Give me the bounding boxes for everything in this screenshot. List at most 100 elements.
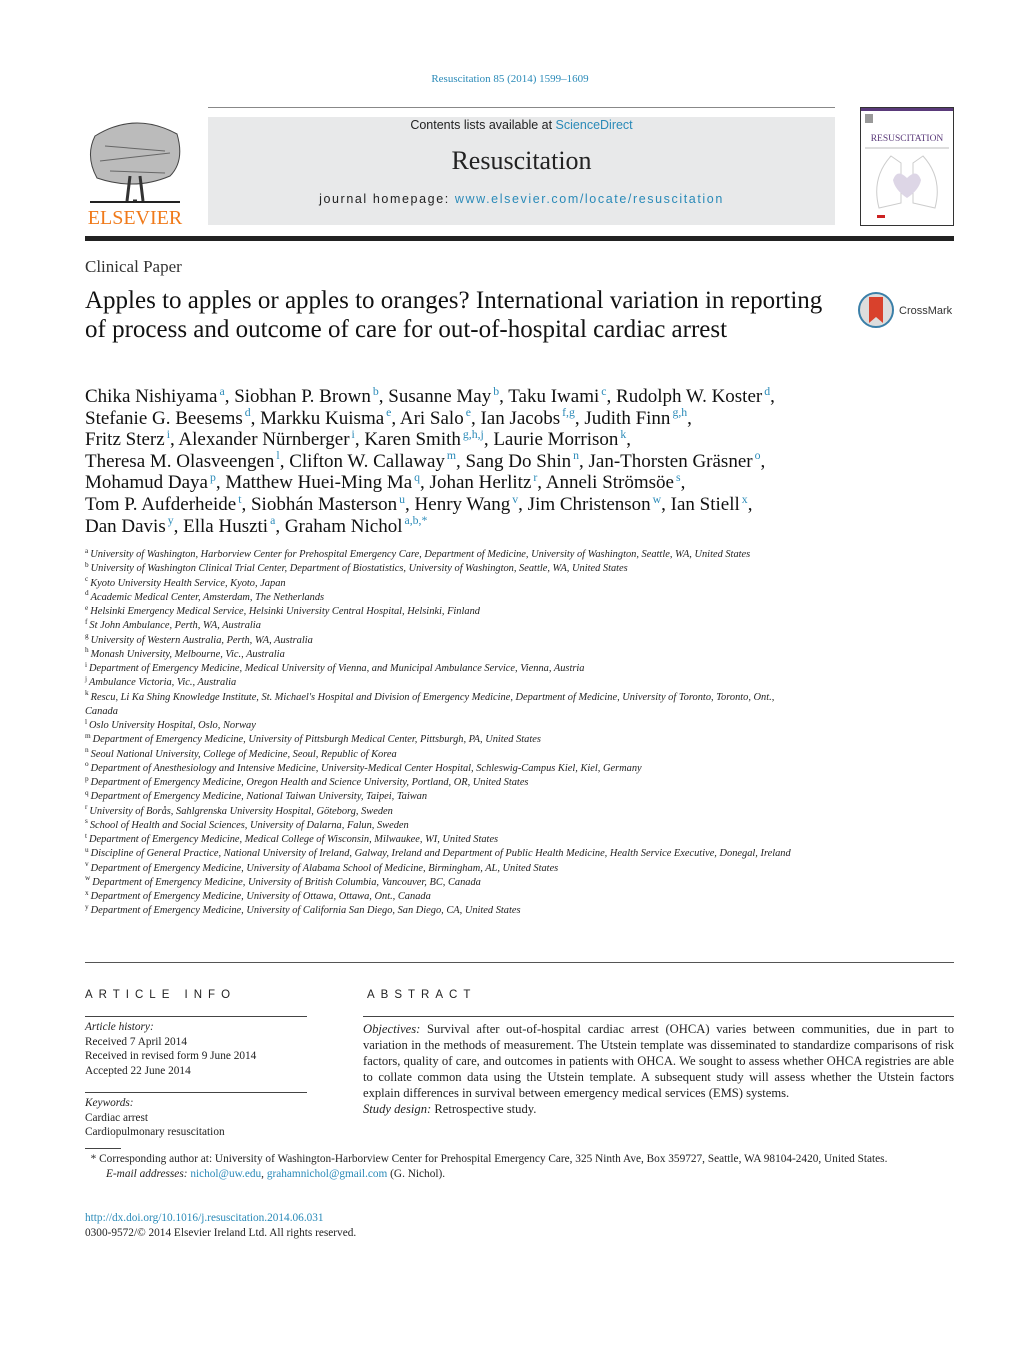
elsevier-tree-icon: ELSEVIER	[88, 122, 183, 229]
author-name[interactable]: Johan Herlitz	[430, 472, 532, 493]
journal-title: Resuscitation	[451, 146, 592, 175]
author-affiliation-marker[interactable]: s	[676, 471, 681, 484]
affiliation: m Department of Emergency Medicine, Unive…	[85, 732, 805, 747]
article-history: Article history: Received 7 April 2014 R…	[85, 1020, 256, 1078]
author-affiliation-marker[interactable]: g,h,j	[463, 428, 484, 441]
affiliation: i Department of Emergency Medicine, Medic…	[85, 661, 805, 676]
author-name[interactable]: Susanne May	[388, 386, 491, 407]
author-name[interactable]: Theresa M. Olasveengen	[85, 451, 274, 472]
citation-link[interactable]: Resuscitation 85 (2014) 1599–1609	[431, 73, 588, 85]
author-name[interactable]: Jan-Thorsten Gräsner	[589, 451, 753, 472]
email-link[interactable]: grahamnichol@gmail.com	[267, 1168, 388, 1180]
affiliation-letter: c	[85, 575, 89, 584]
author-name[interactable]: Mohamud Daya	[85, 472, 208, 493]
author-affiliation-marker[interactable]: l	[276, 449, 279, 462]
author-name[interactable]: Chika Nishiyama	[85, 386, 217, 407]
author-affiliation-marker[interactable]: b	[493, 385, 499, 398]
author-affiliation-marker[interactable]: i	[352, 428, 355, 441]
author-name[interactable]: Ari Salo	[400, 408, 464, 429]
design-text: Retrospective study.	[431, 1102, 537, 1116]
author-name[interactable]: Ian Stiell	[671, 494, 740, 515]
author-name[interactable]: Rudolph W. Koster	[616, 386, 762, 407]
divider	[85, 1092, 307, 1093]
elsevier-logo: ELSEVIER	[85, 116, 185, 229]
affiliation-letter: b	[85, 560, 89, 569]
abstract-body: Objectives: Survival after out-of-hospit…	[363, 1021, 954, 1117]
keyword: Cardiopulmonary resuscitation	[85, 1126, 225, 1138]
author-name[interactable]: Anneli Strömsöe	[546, 472, 674, 493]
author-name[interactable]: Taku Iwami	[508, 386, 599, 407]
author-name[interactable]: Fritz Sterz	[85, 429, 165, 450]
email-link[interactable]: nichol@uw.edu	[190, 1168, 261, 1180]
journal-citation[interactable]: Resuscitation 85 (2014) 1599–1609	[0, 73, 1020, 85]
affiliation-text: Discipline of General Practice, National…	[90, 848, 791, 860]
author-affiliation-marker[interactable]: x	[742, 493, 748, 506]
author-name[interactable]: Siobhán Masterson	[251, 494, 397, 515]
author-name[interactable]: Dan Davis	[85, 516, 166, 537]
affiliation-text: Department of Emergency Medicine, Univer…	[92, 734, 541, 746]
author-name[interactable]: Stefanie G. Beesems	[85, 408, 243, 429]
svg-text:CrossMark: CrossMark	[899, 305, 953, 317]
author-affiliation-marker[interactable]: d	[764, 385, 770, 398]
author-name[interactable]: Karen Smith	[364, 429, 461, 450]
affiliation: t Department of Emergency Medicine, Medic…	[85, 832, 805, 847]
sciencedirect-link[interactable]: ScienceDirect	[556, 118, 633, 132]
author-affiliation-marker[interactable]: d	[245, 406, 251, 419]
author-affiliation-marker[interactable]: w	[653, 493, 662, 506]
corresponding-author-footnote: * Corresponding author at: University of…	[90, 1153, 888, 1180]
author-name[interactable]: Ian Jacobs	[480, 408, 560, 429]
affiliation-letter: x	[85, 888, 89, 897]
author-affiliation-marker[interactable]: k	[620, 428, 626, 441]
author-name[interactable]: Graham Nichol	[285, 516, 403, 537]
author-name[interactable]: Alexander Nürnberger	[178, 429, 349, 450]
author-affiliation-marker[interactable]: n	[573, 449, 579, 462]
author-name[interactable]: Matthew Huei-Ming Ma	[225, 472, 412, 493]
author-affiliation-marker[interactable]: c	[601, 385, 606, 398]
author-affiliation-marker[interactable]: f,g	[562, 406, 575, 419]
affiliation: n Seoul National University, College of M…	[85, 746, 805, 762]
doi-link[interactable]: http://dx.doi.org/10.1016/j.resuscitatio…	[85, 1212, 324, 1224]
author-affiliation-marker[interactable]: g,h	[672, 406, 687, 419]
author-name[interactable]: Judith Finn	[584, 408, 670, 429]
author-affiliation-marker[interactable]: y	[168, 514, 174, 527]
author-name[interactable]: Siobhan P. Brown	[234, 386, 371, 407]
author-name[interactable]: Laurie Morrison	[493, 429, 618, 450]
affiliation: c Kyoto University Health Service, Kyoto,…	[85, 575, 805, 591]
author-name[interactable]: Markku Kuisma	[260, 408, 384, 429]
homepage-link[interactable]: www.elsevier.com/locate/resuscitation	[455, 192, 724, 206]
crossmark-button[interactable]: CrossMark	[858, 291, 958, 329]
abstract-heading: ABSTRACT	[367, 989, 477, 1001]
affiliation-letter: d	[85, 589, 89, 598]
affiliation-letter: h	[85, 646, 89, 655]
affiliation-letter: j	[85, 674, 88, 683]
author-affiliation-marker[interactable]: e	[466, 406, 471, 419]
affiliation-text: Helsinki Emergency Medical Service, Hels…	[90, 606, 480, 617]
author-affiliation-marker[interactable]: r	[533, 471, 537, 484]
author-affiliation-marker[interactable]: a,b,*	[404, 514, 427, 527]
author-name[interactable]: Sang Do Shin	[466, 451, 572, 472]
author-affiliation-marker[interactable]: a	[219, 385, 224, 398]
author-affiliation-marker[interactable]: e	[386, 406, 391, 419]
author-affiliation-marker[interactable]: m	[447, 449, 456, 462]
affiliation-text: Department of Emergency Medicine, Univer…	[90, 905, 521, 917]
author-name[interactable]: Henry Wang	[415, 494, 511, 515]
author-affiliation-marker[interactable]: u	[399, 493, 405, 506]
journal-cover[interactable]: RESUSCITATION	[860, 107, 954, 226]
author-affiliation-marker[interactable]: p	[210, 471, 216, 484]
affiliation-text: Department of Emergency Medicine, Univer…	[90, 891, 431, 902]
author-affiliation-marker[interactable]: t	[238, 493, 241, 506]
author-affiliation-marker[interactable]: a	[270, 514, 275, 527]
affiliation-letter: n	[85, 746, 89, 755]
affiliation-letter: a	[85, 546, 89, 555]
author-name[interactable]: Ella Huszti	[183, 516, 268, 537]
author-affiliation-marker[interactable]: i	[167, 428, 170, 441]
author-affiliation-marker[interactable]: b	[373, 385, 379, 398]
affiliation-text: University of Western Australia, Perth, …	[90, 634, 313, 646]
author-name[interactable]: Tom P. Aufderheide	[85, 494, 236, 515]
author-affiliation-marker[interactable]: o	[755, 449, 761, 462]
author-affiliation-marker[interactable]: v	[512, 493, 518, 506]
affiliation: w Department of Emergency Medicine, Unive…	[85, 875, 805, 890]
author-affiliation-marker[interactable]: q	[414, 471, 420, 484]
author-name[interactable]: Jim Christenson	[528, 494, 651, 515]
author-name[interactable]: Clifton W. Callaway	[289, 451, 445, 472]
